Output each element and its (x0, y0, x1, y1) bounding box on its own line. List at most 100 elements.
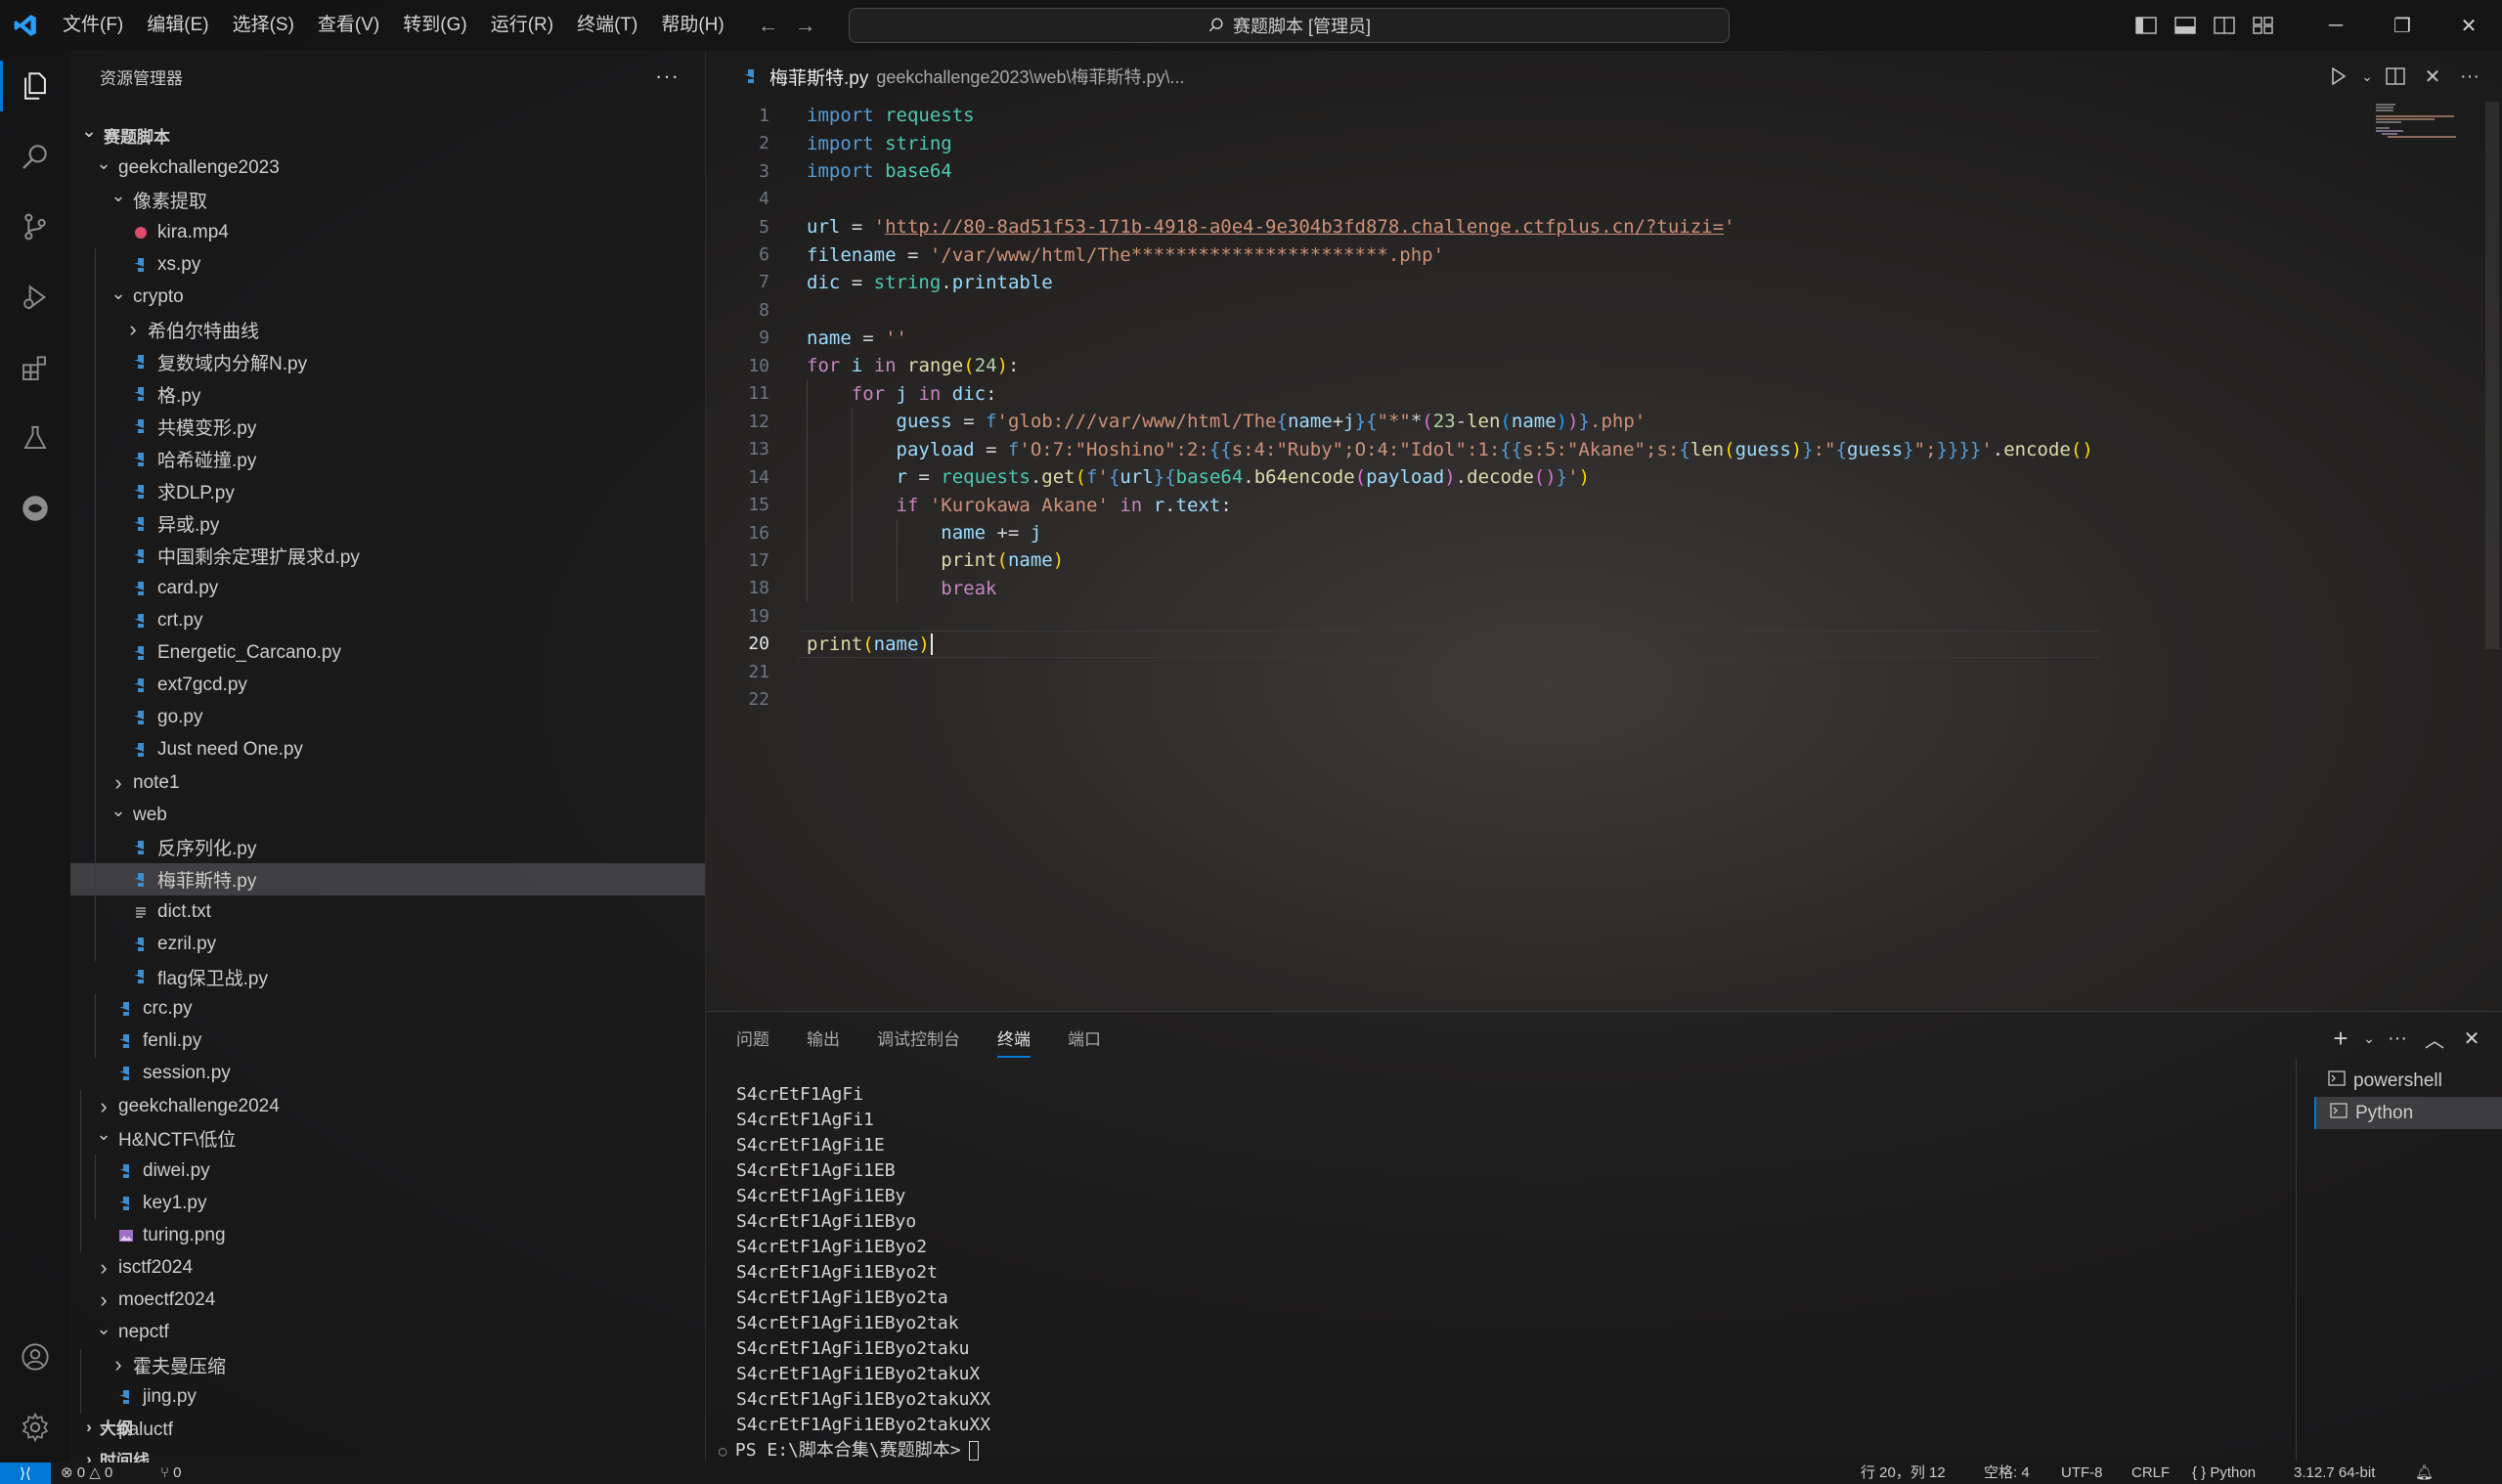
maximize-panel-chevron-up-icon[interactable]: ︿ (2416, 1020, 2453, 1057)
tree-folder[interactable]: › geekchallenge2024 (70, 1090, 705, 1122)
ports-count[interactable]: ⑂ 0 (160, 1462, 182, 1484)
tree-file[interactable]: fenli.py (70, 1026, 705, 1058)
editor-more-icon[interactable]: ··· (2451, 58, 2488, 95)
active-tab-label[interactable]: 梅菲斯特.py (769, 64, 868, 90)
menu-item[interactable]: 转到(G) (391, 0, 478, 51)
notifications-bell-icon[interactable]: 🔔︎ (2415, 1462, 2434, 1484)
tree-file[interactable]: crt.py (70, 605, 705, 637)
tree-file[interactable]: session.py (70, 1058, 705, 1090)
extensions-icon[interactable] (0, 332, 70, 403)
tree-file[interactable]: 反序列化.py (70, 831, 705, 863)
tree-file[interactable]: ezril.py (70, 929, 705, 961)
split-editor-icon[interactable] (2377, 58, 2414, 95)
tree-file[interactable]: 中国剩余定理扩展求d.py (70, 540, 705, 572)
command-center-search[interactable]: 赛题脚本 [管理员] (849, 8, 1730, 43)
tree-file[interactable]: 求DLP.py (70, 475, 705, 507)
panel-tab[interactable]: 调试控制台 (877, 1026, 960, 1058)
minimap[interactable] (2374, 102, 2483, 141)
panel-tab[interactable]: 问题 (736, 1026, 769, 1058)
more-actions-icon[interactable]: ··· (655, 64, 680, 89)
panel-more-icon[interactable]: ··· (2379, 1020, 2416, 1057)
remote-indicator-icon[interactable]: ⟩⟨ (0, 1462, 51, 1484)
python-interpreter[interactable]: 3.12.7 64-bit (2294, 1462, 2375, 1484)
menu-item[interactable]: 终端(T) (565, 0, 649, 51)
tree-folder[interactable]: ⌄ geekchallenge2023 (70, 152, 705, 184)
tree-file[interactable]: 梅菲斯特.py (70, 863, 705, 896)
tree-file[interactable]: 复数域内分解N.py (70, 346, 705, 378)
search-view-icon[interactable] (0, 121, 70, 192)
run-dropdown-chevron-icon[interactable]: ⌄ (2357, 58, 2377, 95)
terminal-scrollbar[interactable] (2296, 1059, 2297, 1460)
tree-file[interactable]: kira.mp4 (70, 216, 705, 248)
run-file-icon[interactable] (2320, 58, 2357, 95)
tree-folder[interactable]: › 霍夫曼压缩 (70, 1349, 705, 1381)
tree-file[interactable]: key1.py (70, 1187, 705, 1219)
menu-item[interactable]: 文件(F) (51, 0, 135, 51)
restore-window-icon[interactable]: ❐ (2369, 0, 2436, 51)
panel-tab[interactable]: 端口 (1068, 1026, 1101, 1058)
close-panel-icon[interactable]: ✕ (2453, 1020, 2490, 1057)
remote-explorer-icon[interactable] (0, 473, 70, 544)
tree-file[interactable]: ext7gcd.py (70, 670, 705, 702)
tree-folder[interactable]: ⌄ 像素提取 (70, 184, 705, 216)
tree-file[interactable]: 异或.py (70, 507, 705, 540)
customize-layout-icon[interactable] (2244, 6, 2283, 45)
terminal-prompt[interactable]: ○ PS E:\脚本合集\赛题脚本> (719, 1438, 979, 1463)
breadcrumb-path[interactable]: geekchallenge2023\web\梅菲斯特.py\... (876, 64, 1184, 89)
tree-folder[interactable]: ⌄ nepctf (70, 1317, 705, 1349)
testing-flask-icon[interactable] (0, 403, 70, 473)
tree-file[interactable]: 格.py (70, 378, 705, 411)
tree-file[interactable]: 哈希碰撞.py (70, 443, 705, 475)
editor-vertical-scrollbar[interactable] (2485, 102, 2499, 649)
language-mode[interactable]: { } Python (2192, 1462, 2256, 1484)
problems-count[interactable]: ⊗ 0 △ 0 (61, 1462, 112, 1484)
menu-item[interactable]: 查看(V) (306, 0, 391, 51)
panel-tab[interactable]: 输出 (807, 1026, 840, 1058)
menu-item[interactable]: 运行(R) (479, 0, 565, 51)
end-of-line[interactable]: CRLF (2131, 1462, 2170, 1484)
tree-folder[interactable]: › moectf2024 (70, 1285, 705, 1317)
menu-item[interactable]: 选择(S) (221, 0, 306, 51)
tree-file[interactable]: dict.txt (70, 895, 705, 928)
tree-file[interactable]: crc.py (70, 993, 705, 1026)
new-terminal-plus-icon[interactable]: + (2322, 1020, 2359, 1057)
toggle-secondary-sidebar-icon[interactable] (2205, 6, 2244, 45)
terminal-dropdown-chevron-icon[interactable]: ⌄ (2359, 1020, 2379, 1057)
minimize-window-icon[interactable]: ─ (2303, 0, 2369, 51)
menu-item[interactable]: 编辑(E) (135, 0, 220, 51)
toggle-primary-sidebar-icon[interactable] (2127, 6, 2166, 45)
tree-folder[interactable]: ⌄ 赛题脚本 (70, 119, 705, 152)
tree-file[interactable]: Energetic_Carcano.py (70, 637, 705, 670)
tree-file[interactable]: go.py (70, 702, 705, 734)
tree-file[interactable]: 共模变形.py (70, 411, 705, 443)
back-arrow-icon[interactable]: ← (750, 7, 787, 44)
panel-tab[interactable]: 终端 (997, 1026, 1031, 1058)
tree-folder[interactable]: › 希伯尔特曲线 (70, 314, 705, 346)
close-window-icon[interactable]: ✕ (2436, 0, 2502, 51)
outline-section[interactable]: › 大纲 (70, 1411, 705, 1443)
forward-arrow-icon[interactable]: → (787, 7, 824, 44)
terminal-list-item[interactable]: Python (2314, 1097, 2502, 1129)
tree-file[interactable]: flag保卫战.py (70, 961, 705, 993)
manage-gear-icon[interactable] (0, 1392, 70, 1462)
toggle-panel-icon[interactable] (2166, 6, 2205, 45)
terminal-list-item[interactable]: powershell (2314, 1065, 2502, 1097)
run-debug-icon[interactable] (0, 262, 70, 332)
file-encoding[interactable]: UTF-8 (2061, 1462, 2103, 1484)
explorer-icon[interactable] (0, 51, 70, 121)
tree-file[interactable]: turing.png (70, 1219, 705, 1251)
tree-file[interactable]: diwei.py (70, 1155, 705, 1187)
tree-folder[interactable]: ⌄ crypto (70, 282, 705, 314)
tree-file[interactable]: xs.py (70, 248, 705, 281)
tree-file[interactable]: jing.py (70, 1381, 705, 1414)
tree-folder[interactable]: › isctf2024 (70, 1252, 705, 1285)
tree-file[interactable]: card.py (70, 572, 705, 604)
timeline-section[interactable]: › 时间线 (70, 1443, 705, 1463)
accounts-icon[interactable] (0, 1322, 70, 1392)
tree-folder[interactable]: ⌄ web (70, 799, 705, 831)
tree-folder[interactable]: ⌄ H&NCTF\低位 (70, 1122, 705, 1155)
code-editor[interactable]: 1 import requests 2 import string 3 import ba… (707, 102, 2502, 1011)
menu-item[interactable]: 帮助(H) (649, 0, 735, 51)
indentation[interactable]: 空格: 4 (1984, 1462, 2030, 1484)
tree-file[interactable]: Just need One.py (70, 734, 705, 766)
